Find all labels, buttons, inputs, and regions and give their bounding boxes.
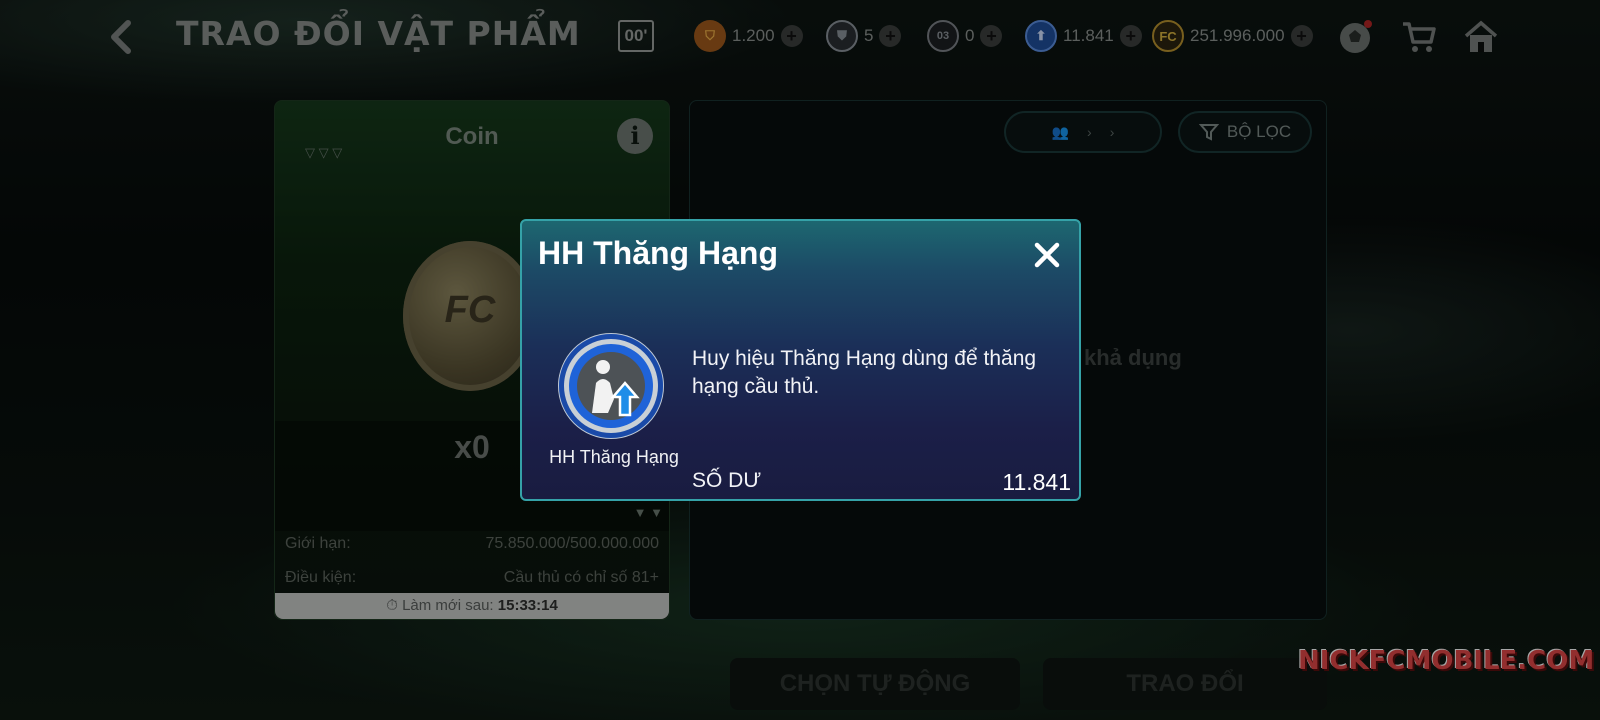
balance-label: SỐ DƯ bbox=[692, 469, 762, 492]
rank-up-badge-icon bbox=[558, 333, 664, 439]
close-icon[interactable] bbox=[1033, 241, 1061, 269]
screen: TRAO ĐỔI VẬT PHẨM 00' ⛉ 1.200 + ⛊ 5 + 03… bbox=[0, 0, 1600, 720]
dialog-title: HH Thăng Hạng bbox=[538, 235, 778, 271]
item-label: HH Thăng Hạng bbox=[549, 447, 679, 467]
item-info-dialog: HH Thăng Hạng Huy hiệu Thăng Hạng dùng đ… bbox=[520, 219, 1081, 501]
balance-value: 11.841 bbox=[1002, 469, 1071, 495]
item-description: Huy hiệu Thăng Hạng dùng để thăng hạng c… bbox=[692, 347, 1037, 398]
